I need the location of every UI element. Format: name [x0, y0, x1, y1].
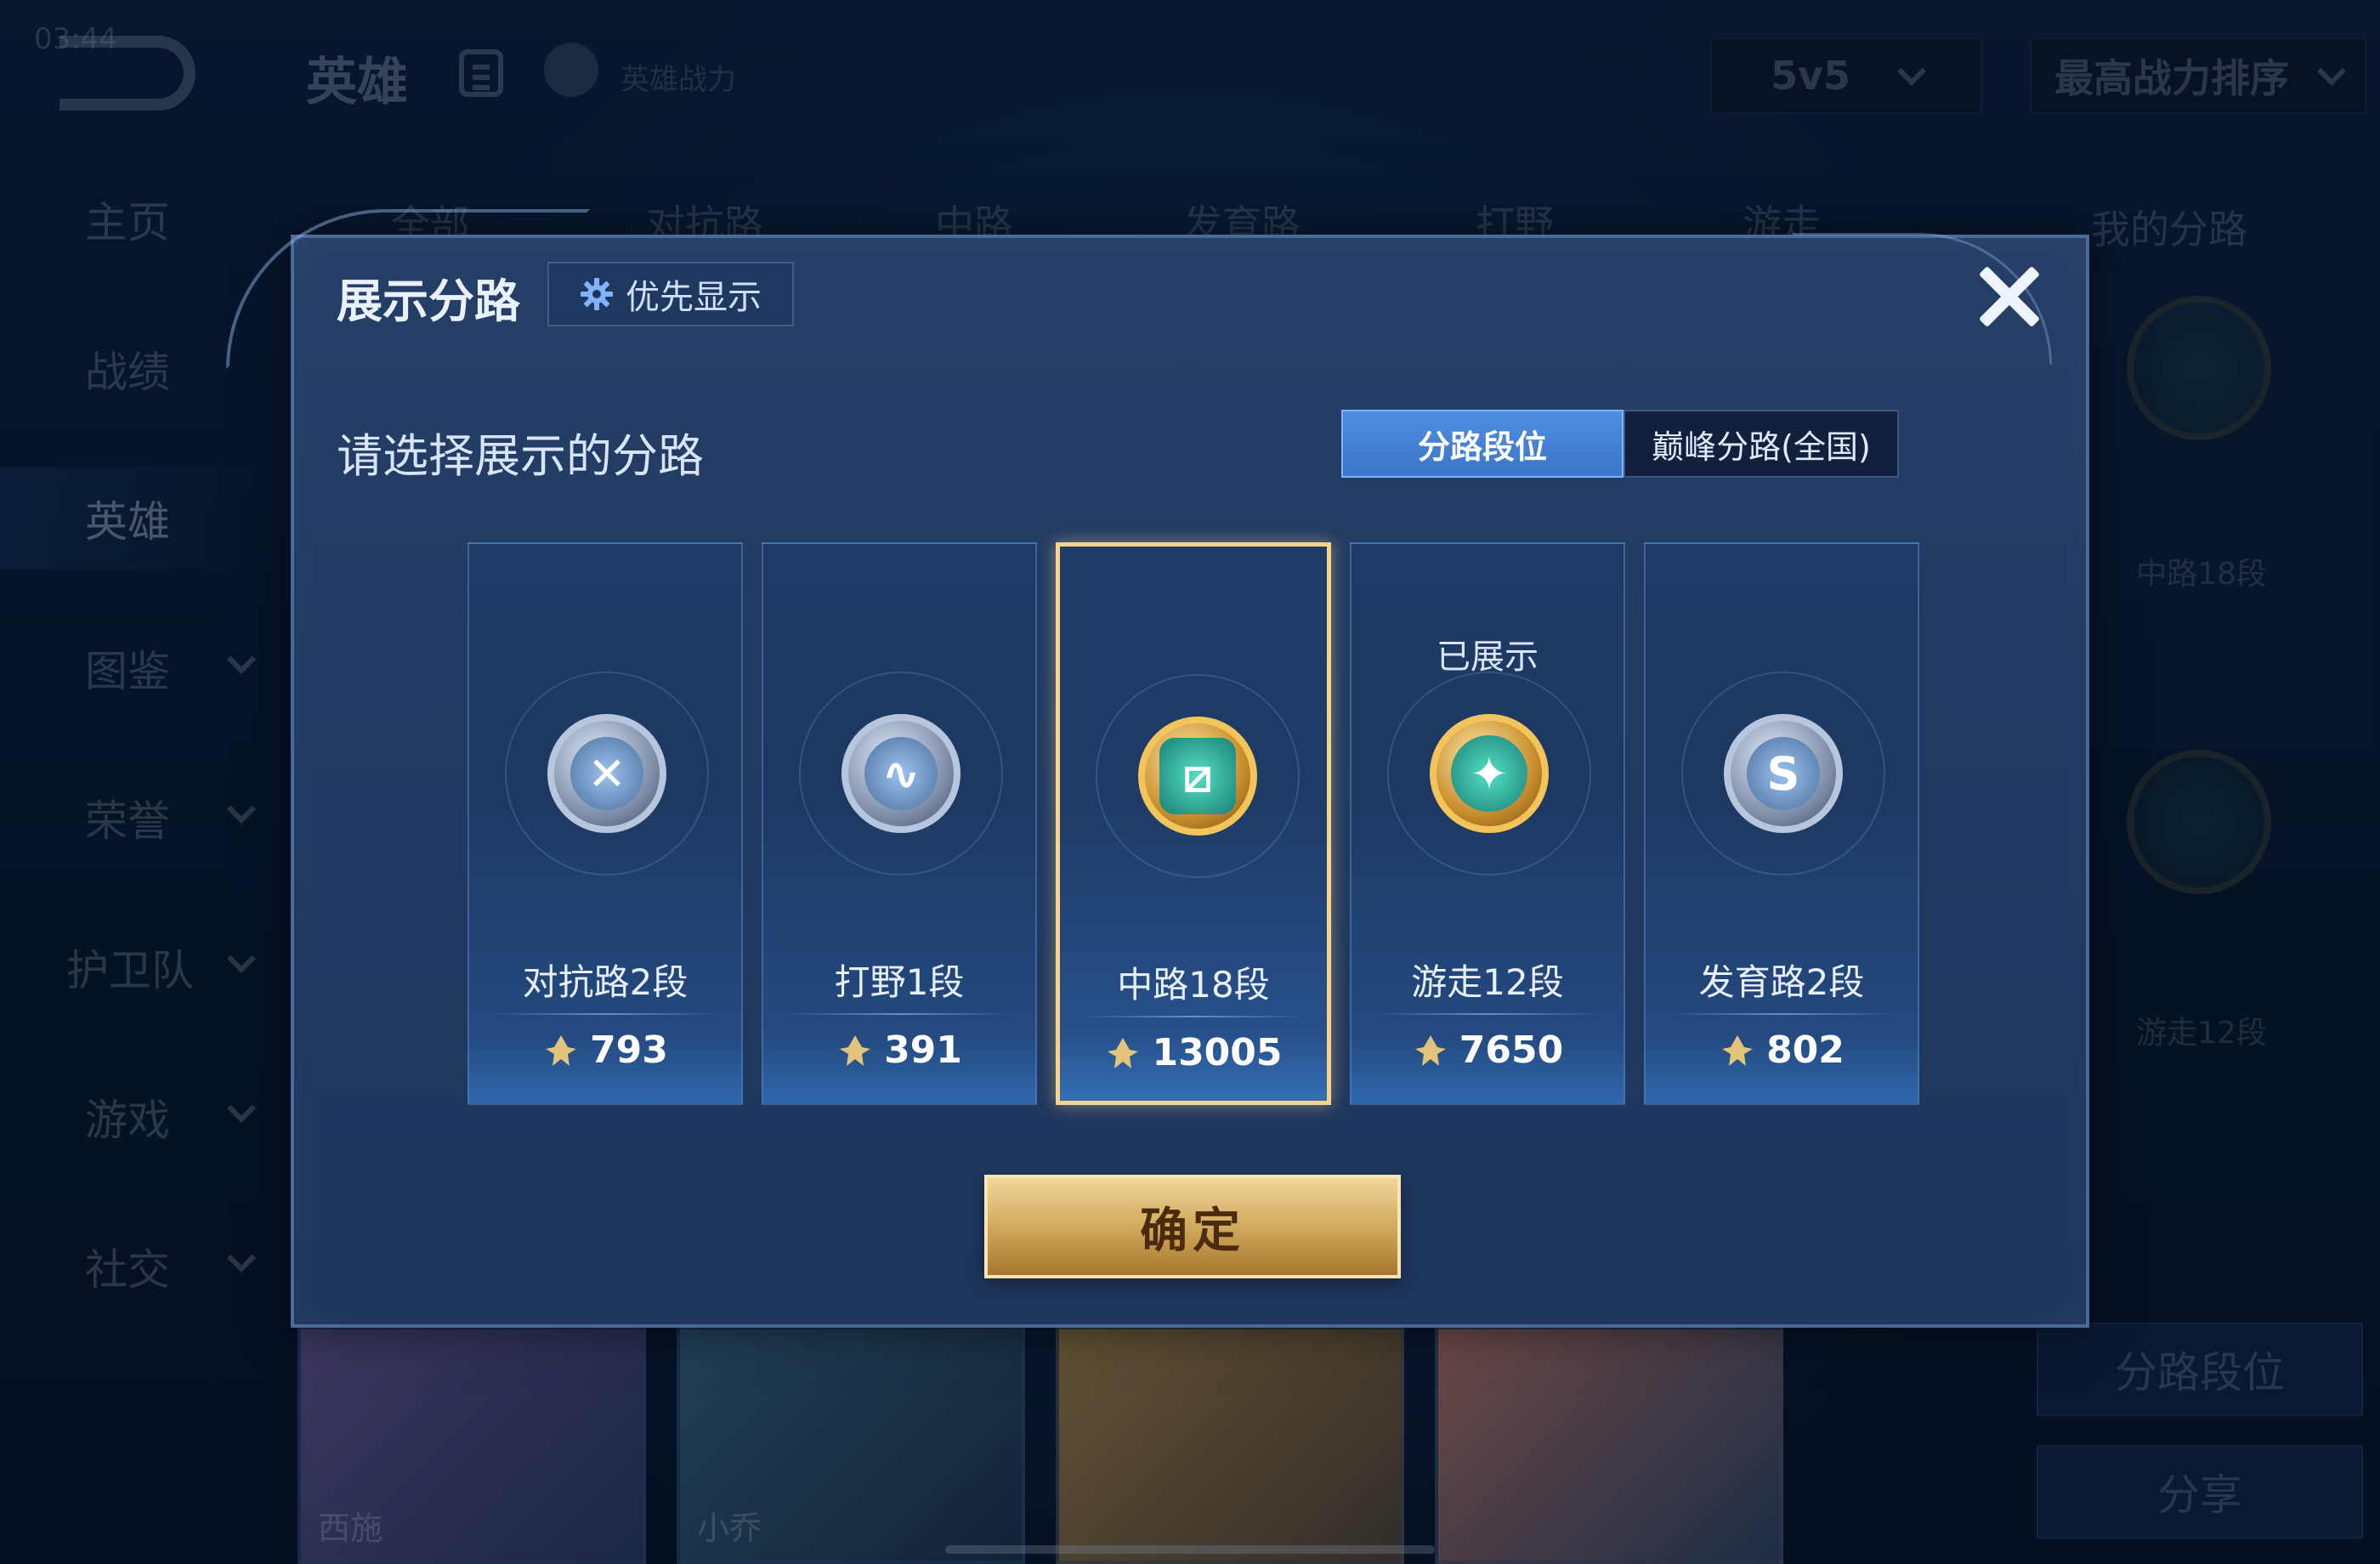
- lane-card[interactable]: 已展示 ✦ 游走12段 7650: [1350, 542, 1625, 1105]
- lane-points: 793: [469, 1028, 741, 1072]
- points-value: 802: [1766, 1028, 1844, 1072]
- points-value: 13005: [1152, 1031, 1283, 1074]
- lane-points: 391: [763, 1028, 1035, 1072]
- lane-points: 7650: [1352, 1028, 1624, 1072]
- battle-power-icon: [1108, 1037, 1139, 1068]
- lane-card-list: ✕ 对抗路2段 793 ∿ 打野1段 391 ⧄ 中路18段 13005 已展示…: [468, 542, 1930, 1105]
- confirm-label: 确定: [1140, 1203, 1245, 1259]
- priority-display-label: 优先显示: [626, 278, 762, 317]
- lane-points: 802: [1646, 1028, 1918, 1072]
- divider: [1666, 1013, 1897, 1015]
- divider: [490, 1013, 721, 1015]
- divider: [1372, 1013, 1603, 1015]
- sword-medal-icon: ✕: [547, 714, 666, 833]
- divider: [1080, 1016, 1306, 1017]
- tab-lane-rank[interactable]: 分路段位: [1341, 410, 1624, 478]
- lane-display-dialog: 展示分路 优先显示 请选择展示的分路 分路段位 巅峰分路(全国) ✕ 对抗路2段…: [226, 209, 2089, 1328]
- wings-medal-icon: ✦: [1430, 714, 1549, 833]
- battle-power-icon: [546, 1034, 577, 1066]
- dragon-medal-icon: ∿: [842, 714, 960, 833]
- lane-card[interactable]: ∿ 打野1段 391: [762, 542, 1037, 1105]
- battle-power-icon: [1414, 1034, 1446, 1066]
- lane-name: 中路18段: [1117, 964, 1270, 1006]
- lane-name: 发育路2段: [1698, 961, 1865, 1003]
- lane-card[interactable]: ✕ 对抗路2段 793: [468, 542, 743, 1105]
- tab-peak-lane-national[interactable]: 巅峰分路(全国): [1624, 410, 1899, 478]
- lane-name: 游走12段: [1411, 961, 1564, 1003]
- gear-icon: [581, 278, 613, 310]
- arrow-medal-icon: S: [1724, 714, 1843, 833]
- confirm-button[interactable]: 确定: [984, 1175, 1401, 1278]
- lane-mode-toggle: 分路段位 巅峰分路(全国): [1341, 410, 1899, 478]
- close-button[interactable]: [1967, 255, 2052, 340]
- priority-display-button[interactable]: 优先显示: [547, 262, 794, 326]
- lane-name: 对抗路2段: [522, 961, 688, 1003]
- dialog-subtitle: 请选择展示的分路: [337, 429, 704, 483]
- points-value: 391: [884, 1028, 962, 1072]
- slash-medal-icon: ⧄: [1138, 717, 1257, 836]
- points-value: 793: [590, 1028, 668, 1072]
- lane-name: 打野1段: [834, 961, 965, 1003]
- lane-card[interactable]: S 发育路2段 802: [1644, 542, 1919, 1105]
- lane-card-selected[interactable]: ⧄ 中路18段 13005: [1056, 542, 1331, 1105]
- lane-points: 13005: [1060, 1031, 1327, 1074]
- dialog-title: 展示分路: [337, 275, 520, 328]
- points-value: 7650: [1459, 1028, 1564, 1072]
- divider: [784, 1013, 1015, 1015]
- battle-power-icon: [1722, 1034, 1754, 1066]
- battle-power-icon: [840, 1034, 871, 1066]
